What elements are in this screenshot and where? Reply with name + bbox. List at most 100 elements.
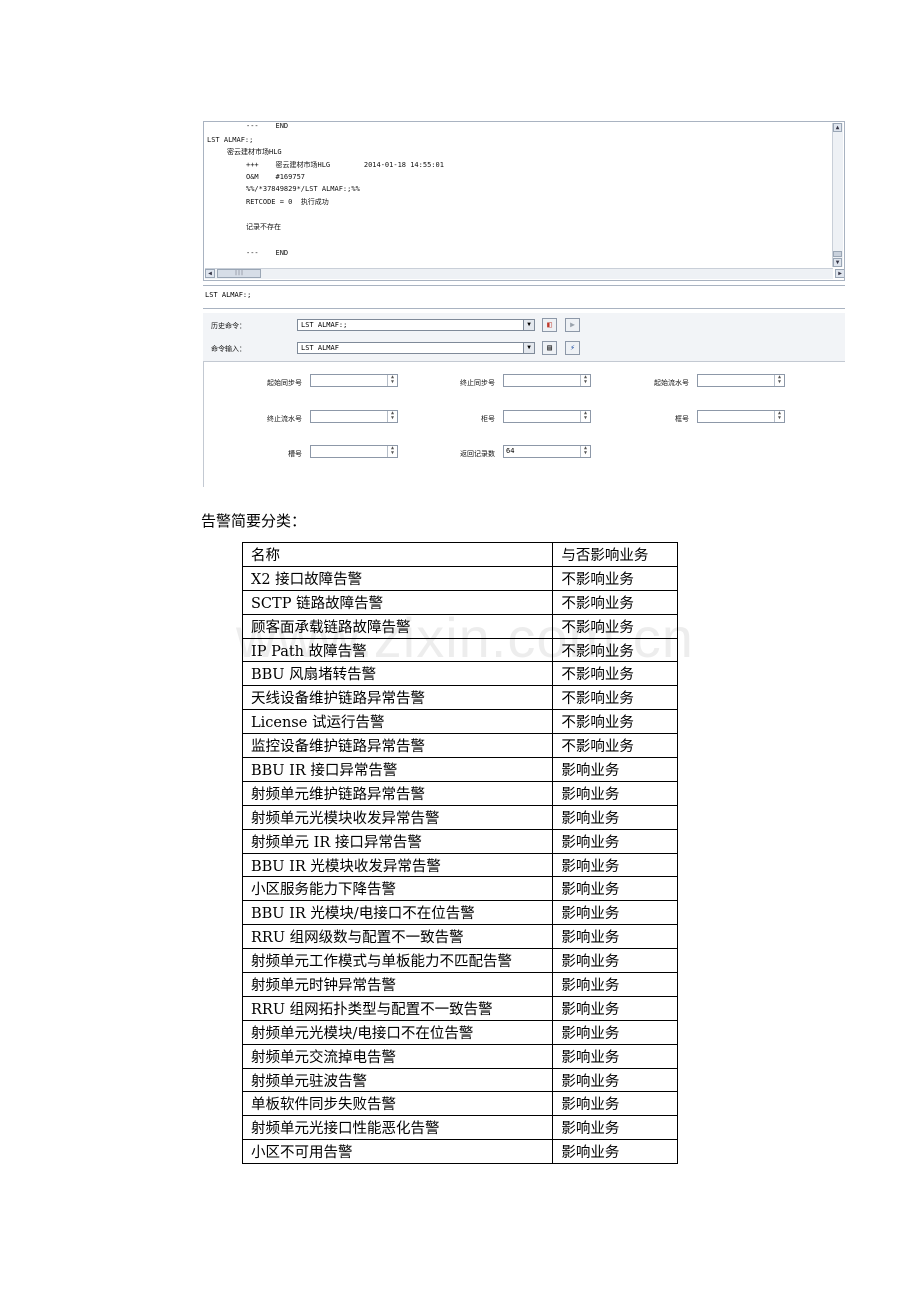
impact-cell: 影响业务 xyxy=(552,1067,678,1093)
spinner-icon: ▲ ▼ xyxy=(580,375,590,386)
table-row: BBU IR 接口异常告警 影响业务 xyxy=(241,757,678,782)
output-line: RETCODE = 0 执行成功 xyxy=(246,198,329,206)
output-line: +++ 密云建材市场HLG 2014-01-18 14:55:01 xyxy=(246,161,444,169)
command-input-value: LST ALMAF xyxy=(301,344,339,352)
table-row: 射频单元驻波告警 影响业务 xyxy=(241,1067,678,1093)
prev-command-button[interactable]: ◧ xyxy=(542,318,557,332)
parameter-panel: 起始同步号 ▲ ▼ 终止同步号 ▲ ▼ 起始流水号 ▲ ▼ 终止流水号 ▲ ▼ 柜号 ▲… xyxy=(203,361,845,487)
chevron-down-icon[interactable]: ▼ xyxy=(523,343,534,353)
next-command-button[interactable]: ▶ xyxy=(565,318,580,332)
param-label: 终止流水号 xyxy=(267,415,302,423)
start-serial-input[interactable]: ▲ ▼ xyxy=(697,374,785,387)
alarm-name-cell: 射频单元光模块/电接口不在位告警 xyxy=(241,1019,554,1045)
history-label: 历史命令： xyxy=(211,322,246,330)
command-input-combo[interactable]: LST ALMAF ▼ xyxy=(297,342,535,354)
command-form: 历史命令： LST ALMAF:; ▼ ◧ ▶ 命令输入： LST ALMAF … xyxy=(203,313,845,487)
subrack-input[interactable]: ▲ ▼ xyxy=(697,410,785,423)
spinner-icon: ▲ ▼ xyxy=(774,375,784,386)
table-row: 小区服务能力下降告警 影响业务 xyxy=(241,876,678,902)
spinner-icon: ▲ ▼ xyxy=(387,411,397,422)
run-icon[interactable]: ⚡ xyxy=(565,341,580,355)
impact-cell: 影响业务 xyxy=(552,1043,678,1069)
table-row: 射频单元 IR 接口异常告警 影响业务 xyxy=(241,828,678,854)
alarm-name-cell: X2 接口故障告警 xyxy=(241,565,554,591)
watermark: www.zixin.com.cn xyxy=(236,606,694,669)
record-count-input[interactable]: 64 ▲ ▼ xyxy=(503,445,591,458)
table-row: X2 接口故障告警 不影响业务 xyxy=(241,565,678,591)
param-label: 起始同步号 xyxy=(267,379,302,387)
scroll-up-icon[interactable]: ▲ xyxy=(833,123,842,132)
table-row: 射频单元交流掉电告警 影响业务 xyxy=(241,1043,678,1069)
alarm-name-cell: BBU IR 光模块/电接口不在位告警 xyxy=(241,900,554,926)
table-row: 小区不可用告警 影响业务 xyxy=(241,1139,678,1165)
impact-cell: 不影响业务 xyxy=(552,685,678,711)
scroll-left-icon[interactable]: ◀ xyxy=(205,269,215,278)
table-row: BBU IR 光模块/电接口不在位告警 影响业务 xyxy=(241,900,678,926)
scroll-thumb[interactable]: ||| xyxy=(217,269,261,278)
end-serial-input[interactable]: ▲ ▼ xyxy=(310,410,398,423)
impact-cell: 影响业务 xyxy=(552,972,678,997)
alarm-name-cell: BBU IR 光模块收发异常告警 xyxy=(241,852,554,878)
start-sync-input[interactable]: ▲ ▼ xyxy=(310,374,398,387)
spinner-icon: ▲ ▼ xyxy=(387,375,397,386)
alarm-name-cell: 小区不可用告警 xyxy=(241,1139,554,1165)
impact-cell: 不影响业务 xyxy=(552,709,678,735)
param-label: 返回记录数 xyxy=(460,450,495,458)
header-cell: 与否影响业务 xyxy=(552,542,678,567)
param-label: 槽号 xyxy=(288,450,302,458)
end-sync-input[interactable]: ▲ ▼ xyxy=(503,374,591,387)
cabinet-input[interactable]: ▲ ▼ xyxy=(503,410,591,423)
impact-cell: 影响业务 xyxy=(552,804,678,830)
chevron-down-icon[interactable]: ▼ xyxy=(523,320,534,330)
alarm-name-cell: License 试运行告警 xyxy=(241,709,554,735)
table-row: BBU IR 光模块收发异常告警 影响业务 xyxy=(241,852,678,878)
alarm-name-cell: RRU 组网拓扑类型与配置不一致告警 xyxy=(241,995,554,1021)
impact-cell: 影响业务 xyxy=(552,780,678,806)
save-icon[interactable]: ▤ xyxy=(542,341,557,355)
alarm-name-cell: 射频单元工作模式与单板能力不匹配告警 xyxy=(241,948,554,974)
impact-cell: 影响业务 xyxy=(552,948,678,974)
vertical-scrollbar[interactable]: ▲ ▼ xyxy=(832,123,843,267)
alarm-name-cell: 天线设备维护链路异常告警 xyxy=(241,685,554,711)
impact-cell: 影响业务 xyxy=(552,828,678,854)
spinner-icon: ▲ ▼ xyxy=(774,411,784,422)
alarm-name-cell: 射频单元光模块收发异常告警 xyxy=(241,804,554,830)
alarm-name-cell: 射频单元驻波告警 xyxy=(241,1067,554,1093)
table-row: 监控设备维护链路异常告警 不影响业务 xyxy=(241,733,678,759)
command-line-input[interactable]: LST ALMAF:; xyxy=(203,285,845,309)
impact-cell: 影响业务 xyxy=(552,900,678,926)
alarm-name-cell: RRU 组网级数与配置不一致告警 xyxy=(241,924,554,950)
impact-cell: 影响业务 xyxy=(552,876,678,902)
impact-cell: 影响业务 xyxy=(552,924,678,950)
output-line: --- END xyxy=(246,122,289,130)
section-caption: 告警简要分类： xyxy=(201,512,307,530)
impact-cell: 不影响业务 xyxy=(552,565,678,591)
impact-cell: 影响业务 xyxy=(552,852,678,878)
horizontal-scrollbar[interactable]: ◀ ||| ▶ xyxy=(205,268,844,279)
slot-input[interactable]: ▲ ▼ xyxy=(310,445,398,458)
impact-cell: 不影响业务 xyxy=(552,733,678,759)
table-row: 天线设备维护链路异常告警 不影响业务 xyxy=(241,685,678,711)
output-line: --- END xyxy=(246,249,289,257)
impact-cell: 影响业务 xyxy=(552,757,678,782)
scroll-thumb[interactable] xyxy=(833,251,842,257)
output-line: %%/*37849829*/LST ALMAF:;%% xyxy=(246,185,360,193)
impact-cell: 影响业务 xyxy=(552,995,678,1021)
alarm-name-cell: BBU IR 接口异常告警 xyxy=(241,757,554,782)
header-cell: 名称 xyxy=(241,542,554,567)
alarm-name-cell: 射频单元交流掉电告警 xyxy=(241,1043,554,1069)
scroll-right-icon[interactable]: ▶ xyxy=(835,269,844,278)
table-row: 射频单元维护链路异常告警 影响业务 xyxy=(241,780,678,806)
param-label: 柜号 xyxy=(481,415,495,423)
scroll-down-icon[interactable]: ▼ xyxy=(833,258,842,267)
input-label: 命令输入： xyxy=(211,345,246,353)
spinner-icon: ▲ ▼ xyxy=(580,446,590,457)
table-row: 射频单元光模块/电接口不在位告警 影响业务 xyxy=(241,1019,678,1045)
param-label: 终止同步号 xyxy=(460,379,495,387)
table-row: License 试运行告警 不影响业务 xyxy=(241,709,678,735)
alarm-name-cell: 射频单元 IR 接口异常告警 xyxy=(241,828,554,854)
history-combo[interactable]: LST ALMAF:; ▼ xyxy=(297,319,535,331)
alarm-name-cell: 射频单元光接口性能恶化告警 xyxy=(241,1115,554,1141)
param-label: 起始流水号 xyxy=(654,379,689,387)
spinner-icon: ▲ ▼ xyxy=(387,446,397,457)
